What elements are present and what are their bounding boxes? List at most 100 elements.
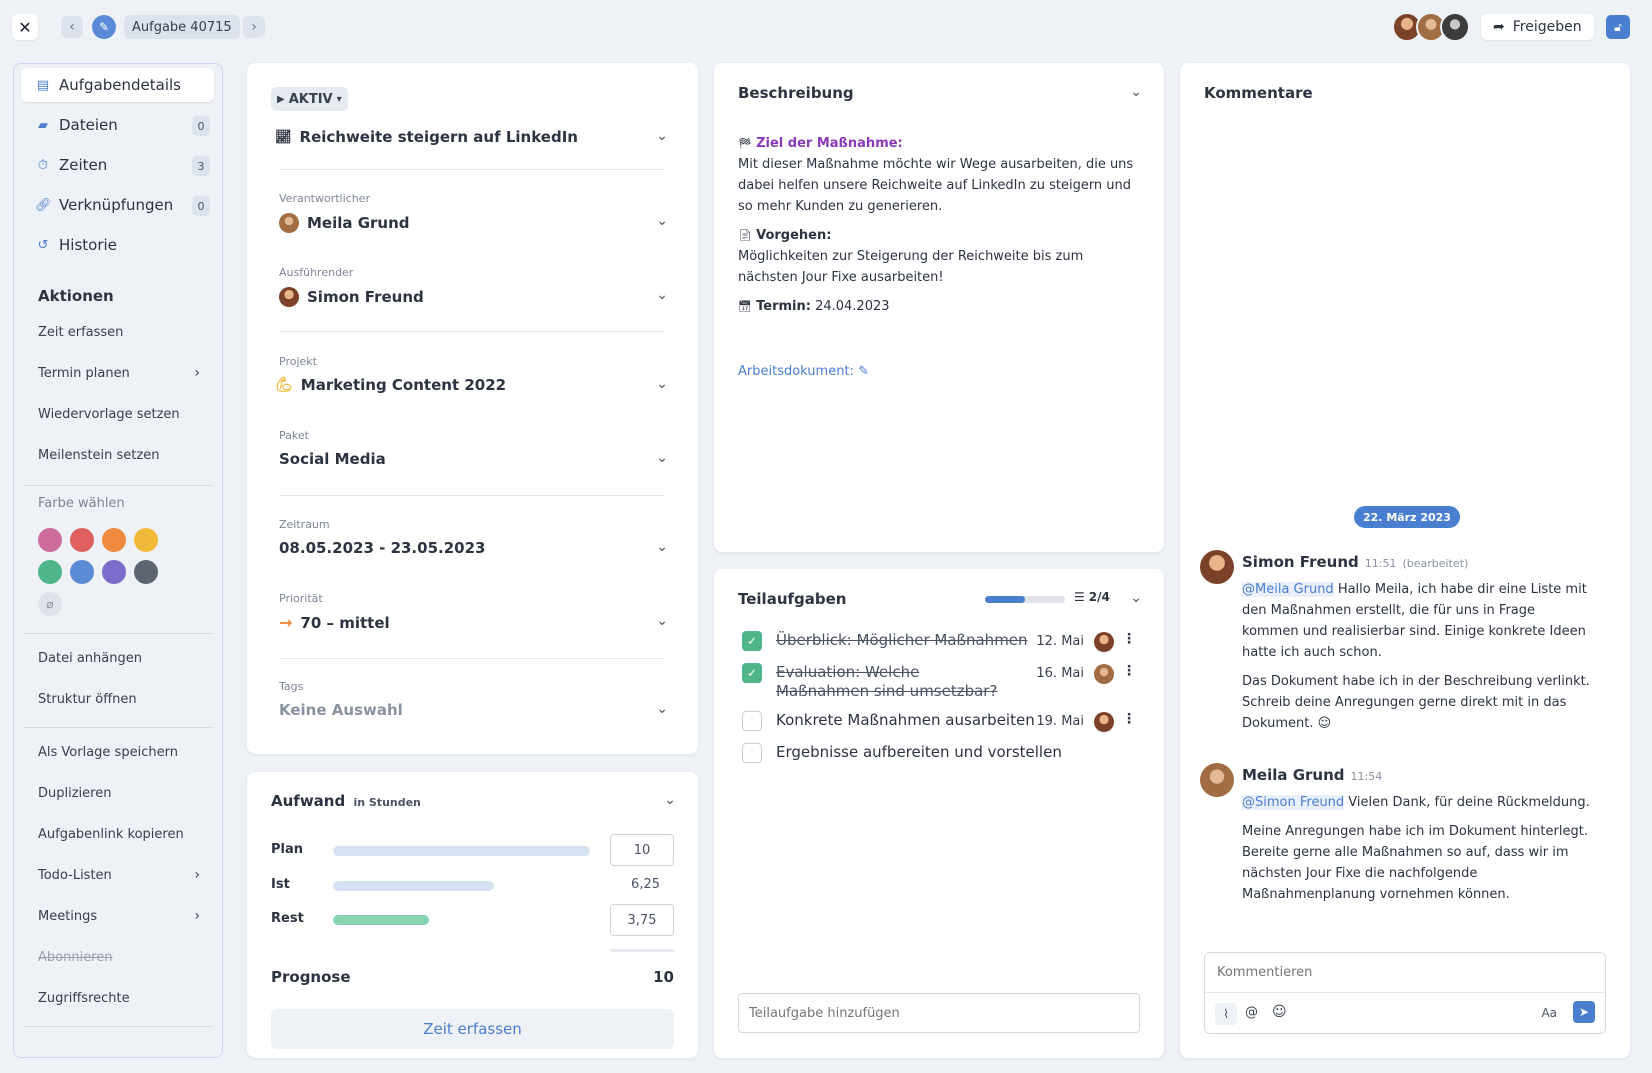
comment-input[interactable] <box>1205 953 1605 993</box>
subtask-checkbox[interactable] <box>742 743 762 763</box>
color-swatch[interactable] <box>70 528 94 552</box>
action-meetings[interactable]: Meetings <box>38 909 97 924</box>
chevron-down-icon[interactable]: ⌄ <box>1130 84 1142 100</box>
effort-unit: in Stunden <box>353 796 421 809</box>
no-color-button[interactable]: ⌀ <box>38 592 62 616</box>
chevron-down-icon[interactable]: ⌄ <box>656 539 668 555</box>
chevron-down-icon[interactable]: ⌄ <box>656 128 668 144</box>
edit-button[interactable]: ✎ <box>92 15 116 39</box>
plan-input[interactable]: 10 <box>610 834 674 866</box>
share-button[interactable]: ➦ Freigeben <box>1481 14 1594 40</box>
previous-button[interactable]: ‹ <box>61 16 83 38</box>
action-duplicate[interactable]: Duplizieren <box>38 786 111 801</box>
avatar <box>1200 763 1234 797</box>
at-mention-icon[interactable]: @ <box>1245 1005 1258 1020</box>
log-time-button[interactable]: Zeit erfassen <box>271 1009 674 1049</box>
subtask-checkbox[interactable] <box>742 711 762 731</box>
subtask-text[interactable]: Ergebnisse aufbereiten und vorstellen <box>776 743 1062 762</box>
mention[interactable]: @Meila Grund <box>1242 582 1334 597</box>
chevron-down-icon[interactable]: ⌄ <box>656 613 668 629</box>
action-attach-file[interactable]: Datei anhängen <box>38 651 142 666</box>
mention[interactable]: @Simon Freund <box>1242 795 1345 810</box>
rest-input[interactable]: 3,75 <box>610 904 674 936</box>
emoji-icon[interactable]: ☺ <box>1272 1004 1287 1020</box>
chevron-down-icon[interactable]: ⌄ <box>656 701 668 717</box>
more-vertical-icon[interactable]: ⋮ <box>1122 711 1136 727</box>
chevron-down-icon[interactable]: ⌄ <box>1130 590 1142 606</box>
action-set-milestone[interactable]: Meilenstein setzen <box>38 448 159 463</box>
close-button[interactable]: ✕ <box>12 14 38 40</box>
color-swatch[interactable] <box>134 528 158 552</box>
attach-icon[interactable]: ⌇ <box>1215 1003 1237 1025</box>
chevron-down-icon[interactable]: ⌄ <box>664 792 676 808</box>
sidebar-item-history[interactable]: ↺ Historie <box>21 228 214 262</box>
approach-label: Vorgehen: <box>756 228 832 243</box>
action-copy-link[interactable]: Aufgabenlink kopieren <box>38 827 184 842</box>
description-body[interactable]: 🏁︎ Ziel der Maßnahme: Mit dieser Maßnahm… <box>738 133 1143 317</box>
sidebar-item-label: Historie <box>59 236 117 254</box>
responsible-field[interactable]: Meila Grund <box>279 213 410 233</box>
action-subscribe[interactable]: Abonnieren <box>38 950 112 965</box>
sidebar-item-links[interactable]: 🔗︎ Verknüpfungen 0 <box>21 188 214 222</box>
send-button[interactable]: ➤ <box>1573 1001 1595 1023</box>
status-dropdown[interactable]: ▶ AKTIV ▾ <box>271 87 348 111</box>
chart-icon: 📈︎ <box>275 129 292 145</box>
action-open-structure[interactable]: Struktur öffnen <box>38 692 137 707</box>
chevron-down-icon[interactable]: ⌄ <box>656 213 668 229</box>
comment-time: 11:54 <box>1350 770 1383 783</box>
effort-card: Aufwand in Stunden ⌄ Plan 10 Ist 6,25 Re… <box>247 772 698 1058</box>
add-subtask-input[interactable] <box>738 993 1140 1033</box>
action-todo-lists[interactable]: Todo-Listen <box>38 868 112 883</box>
more-vertical-icon[interactable]: ⋮ <box>1122 631 1136 647</box>
effort-title-text: Aufwand <box>271 792 346 810</box>
color-swatch[interactable] <box>102 528 126 552</box>
action-log-time[interactable]: Zeit erfassen <box>38 325 123 340</box>
subtask-checkbox[interactable]: ✓ <box>742 663 762 683</box>
unlock-button[interactable]: 🔓︎ <box>1606 15 1630 39</box>
check-icon: ✓ <box>746 634 758 648</box>
action-save-template[interactable]: Als Vorlage speichern <box>38 745 178 760</box>
memo-icon: 📄︎ <box>738 229 752 242</box>
comment-time: 11:51 <box>1364 557 1397 570</box>
task-id-chip[interactable]: Aufgabe 40715 <box>124 15 240 39</box>
subtask-text[interactable]: Konkrete Maßnahmen ausarbeiten <box>776 711 1035 730</box>
priority-field[interactable]: → 70 – mittel <box>279 613 390 632</box>
tags-field[interactable]: Keine Auswahl <box>279 701 403 719</box>
task-title[interactable]: 📈︎ Reichweite steigern auf LinkedIn <box>275 128 578 146</box>
color-swatch[interactable] <box>38 560 62 584</box>
sidebar-item-times[interactable]: ⏱︎ Zeiten 3 <box>21 148 214 182</box>
color-swatch[interactable] <box>70 560 94 584</box>
period-field[interactable]: 08.05.2023 - 23.05.2023 <box>279 539 485 557</box>
chevron-down-icon[interactable]: ⌄ <box>656 450 668 466</box>
action-access-rights[interactable]: Zugriffsrechte <box>38 991 130 1006</box>
text-format-button[interactable]: Aa <box>1541 1006 1557 1020</box>
chevron-right-icon: › <box>194 365 200 381</box>
subtask-checkbox[interactable]: ✓ <box>742 631 762 651</box>
more-vertical-icon[interactable]: ⋮ <box>1122 663 1136 679</box>
package-value: Social Media <box>279 450 386 468</box>
participants-avatars[interactable] <box>1392 12 1472 44</box>
executor-field[interactable]: Simon Freund <box>279 287 424 307</box>
sidebar-item-task-details[interactable]: ▤ Aufgabendetails <box>21 68 214 102</box>
tags-value: Keine Auswahl <box>279 701 403 719</box>
project-field[interactable]: 💪︎ Marketing Content 2022 <box>275 376 506 394</box>
subtask-text[interactable]: Evaluation: Welche Maßnahmen sind umsetz… <box>776 663 1016 701</box>
sidebar-item-files[interactable]: ▰ Dateien 0 <box>21 108 214 142</box>
package-field[interactable]: Social Media <box>279 450 386 468</box>
subtask-text[interactable]: Überblick: Möglicher Maßnahmen <box>776 631 1028 650</box>
subtasks-progress-text: 2/4 <box>1088 590 1110 604</box>
actual-bar <box>333 881 494 891</box>
chevron-down-icon[interactable]: ⌄ <box>656 376 668 392</box>
color-swatch[interactable] <box>38 528 62 552</box>
divider <box>23 1026 214 1027</box>
executor-value: Simon Freund <box>307 288 424 306</box>
chevron-down-icon[interactable]: ⌄ <box>656 287 668 303</box>
action-set-reminder[interactable]: Wiedervorlage setzen <box>38 407 180 422</box>
comment-body: @Meila Grund Hallo Meila, ich habe dir e… <box>1242 579 1594 734</box>
color-swatch[interactable] <box>102 560 126 584</box>
divider <box>23 485 214 486</box>
next-button[interactable]: › <box>243 16 265 38</box>
action-schedule[interactable]: Termin planen <box>38 366 130 381</box>
color-swatch[interactable] <box>134 560 158 584</box>
work-document-link[interactable]: Arbeitsdokument: ✎ <box>738 364 869 379</box>
